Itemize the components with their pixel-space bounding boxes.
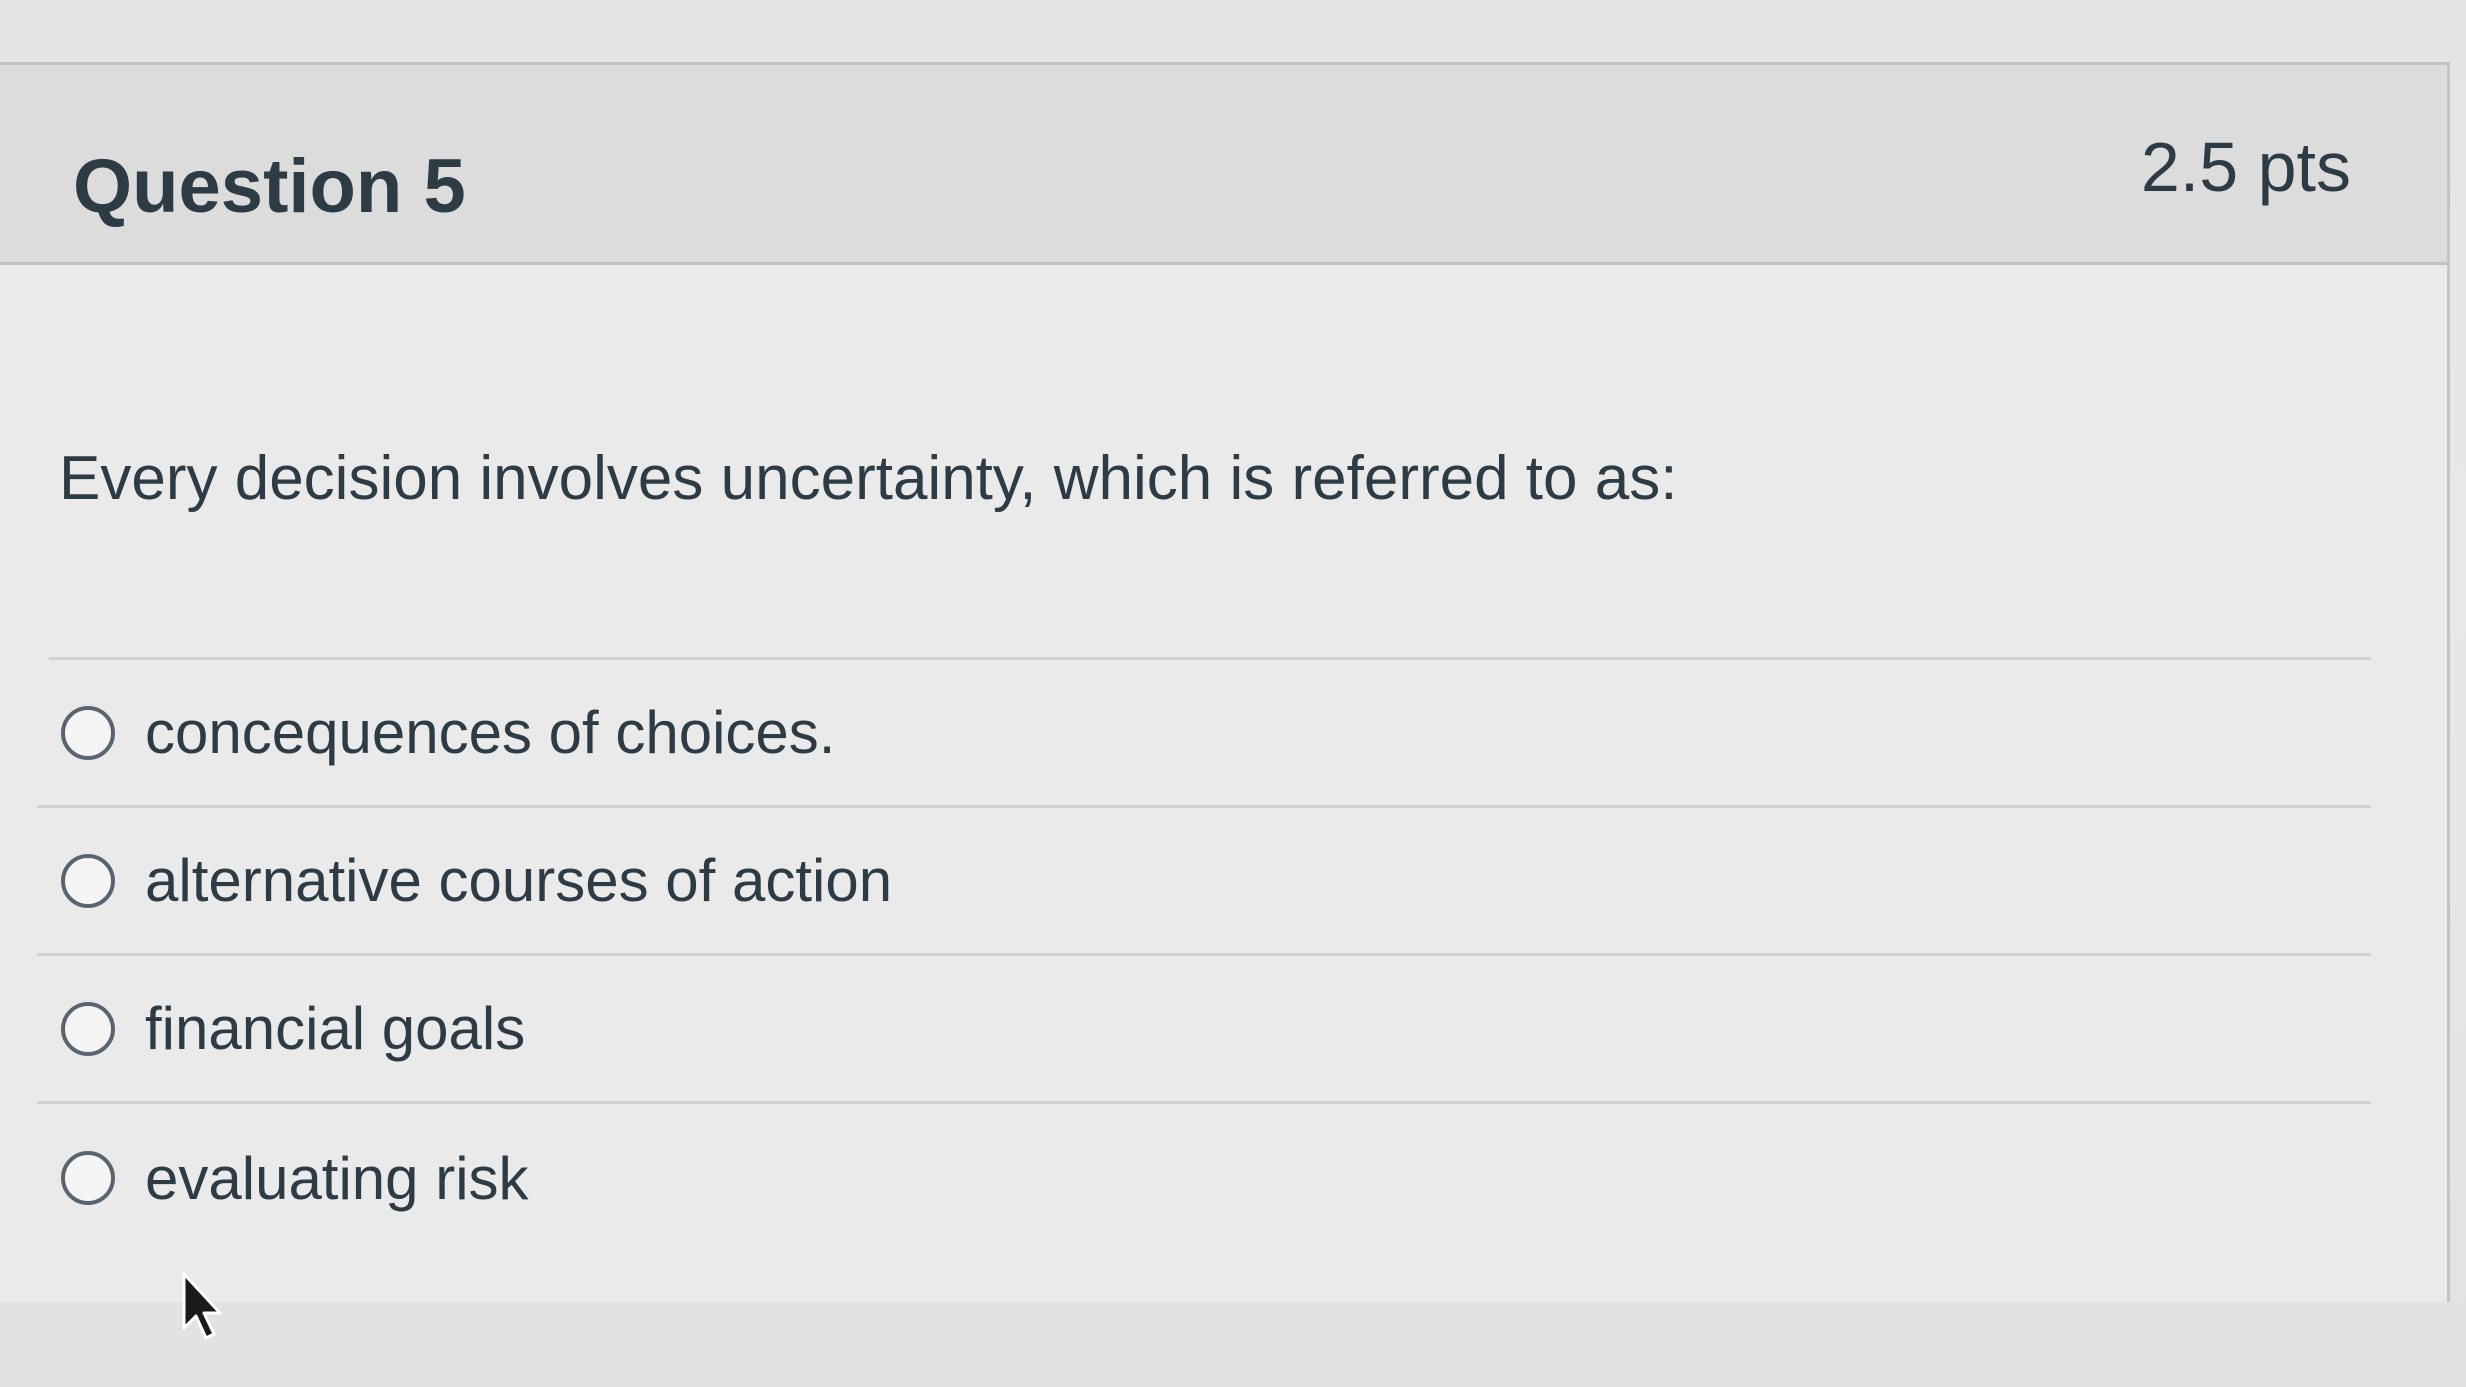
question-body: Every decision involves uncertainty, whi… (0, 265, 2447, 1302)
question-header: Question 5 2.5 pts (0, 65, 2447, 265)
mouse-pointer-icon (182, 1272, 222, 1340)
answer-option-1[interactable]: concequences of choices. (37, 660, 2371, 808)
answer-list: concequences of choices. alternative cou… (37, 660, 2371, 1252)
answer-option-3[interactable]: financial goals (37, 956, 2371, 1104)
question-card: Question 5 2.5 pts Every decision involv… (0, 62, 2450, 1302)
radio-button-icon[interactable] (61, 1151, 115, 1205)
radio-button-icon[interactable] (61, 705, 115, 760)
answer-option-4[interactable]: evaluating risk (37, 1104, 2371, 1252)
answer-label[interactable]: financial goals (145, 994, 525, 1063)
answer-label[interactable]: alternative courses of action (145, 846, 892, 915)
answer-label[interactable]: concequences of choices. (145, 698, 835, 767)
radio-button-icon[interactable] (61, 853, 115, 908)
answer-label[interactable]: evaluating risk (145, 1144, 529, 1213)
question-text: Every decision involves uncertainty, whi… (59, 444, 1678, 513)
question-points: 2.5 pts (2140, 128, 2351, 206)
radio-button-icon[interactable] (61, 1001, 115, 1056)
question-title: Question 5 (73, 144, 466, 229)
answer-option-2[interactable]: alternative courses of action (37, 808, 2371, 956)
